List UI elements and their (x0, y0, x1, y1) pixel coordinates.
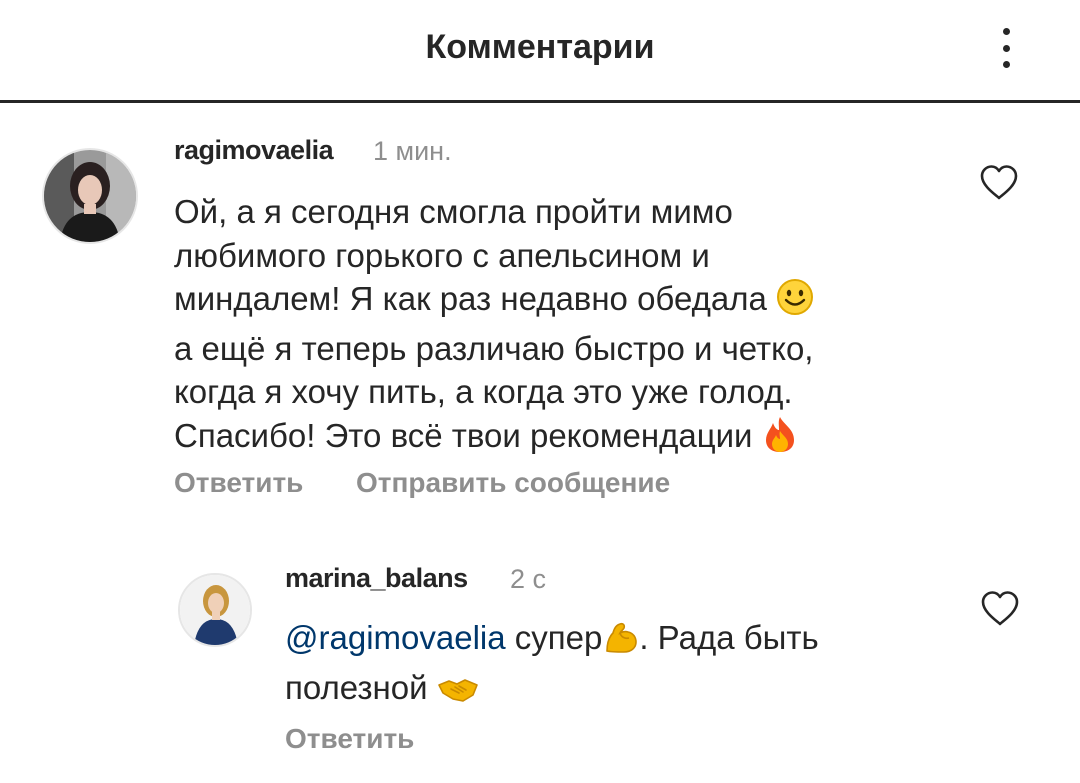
comment-line: Ой, а я сегодня смогла пройти мимо (174, 193, 733, 230)
header-bar: Комментарии (0, 0, 1080, 103)
comment-line-text: Спасибо! Это всё твои рекомендации (174, 416, 753, 454)
ellipsis-dot (1002, 44, 1010, 52)
comment-text: Ой, а я сегодня смогла пройти мимо любим… (174, 190, 814, 463)
reply-timestamp: 2 с (510, 564, 547, 594)
comment-line: а ещё я теперь различаю быстро и четко, (174, 329, 814, 367)
fire-emoji-icon (762, 415, 798, 464)
reply-text-part: полезной (285, 668, 428, 706)
reply-line-2: полезной (285, 666, 819, 716)
smiling-face-emoji-icon (776, 278, 814, 327)
reply-button[interactable]: Ответить (174, 467, 303, 499)
comment-line: когда я хочу пить, а когда это уже голод… (174, 373, 793, 410)
comment-line-text: миндалем! Я как раз недавно обедала (174, 280, 767, 317)
avatar[interactable] (42, 148, 138, 244)
comment-timestamp: 1 мин. (373, 136, 452, 166)
reply-text-part: супер (514, 619, 603, 656)
ellipsis-dot (1002, 61, 1010, 68)
reply-username[interactable]: marina_balans (285, 563, 468, 594)
reply-text: @ragimovaelia супер . Рада быть полезной (285, 616, 819, 715)
more-options-button[interactable] (986, 22, 1026, 74)
page-title: Комментарии (425, 28, 655, 66)
reply-avatar[interactable] (178, 573, 252, 647)
comment-line-6: Спасибо! Это всё твои рекомендации (174, 414, 814, 464)
flexed-biceps-emoji-icon (603, 621, 639, 666)
mention-link[interactable]: @ragimovaelia (285, 619, 506, 656)
comment-line-3: миндалем! Я как раз недавно обедала (174, 277, 814, 327)
comment-line: любимого горького с апельсином и (174, 236, 710, 274)
handshake-emoji-icon (437, 672, 479, 716)
reply-button[interactable]: Ответить (285, 723, 414, 755)
heart-outline-icon (981, 591, 1019, 626)
reply-line-1: @ragimovaelia супер . Рада быть (285, 616, 819, 666)
heart-outline-icon (980, 165, 1018, 200)
send-message-button[interactable]: Отправить сообщение (356, 467, 670, 499)
avatar-image (180, 575, 250, 645)
like-button[interactable] (979, 589, 1021, 627)
vertical-ellipsis-icon (1002, 28, 1010, 35)
like-button[interactable] (978, 163, 1020, 201)
reply-text-part: . Рада быть (639, 619, 819, 656)
comment-username[interactable]: ragimovaelia (174, 135, 334, 166)
avatar-image (44, 150, 136, 242)
